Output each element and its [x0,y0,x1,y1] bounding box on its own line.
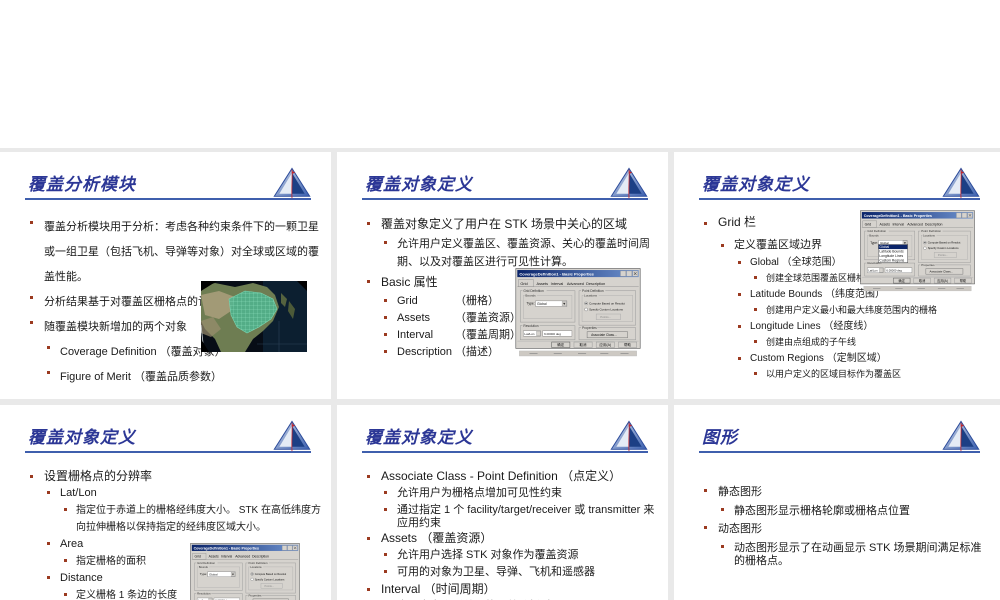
bullet-item: Figure of Merit （覆盖品质参数） [0,365,325,390]
page-top-whitespace [0,0,1000,148]
stk-basic-properties-dialog-screenshot [515,268,641,357]
bullet-item: Interval （时间周期） [337,581,660,598]
bullet-item: 可用的对象为卫星、导弹、飞机和遥感器 [337,564,660,581]
bullet-item: 动态图形 [674,520,992,538]
slide-thumbnail-2[interactable]: 覆盖对象定义 覆盖对象定义了用户在 STK 场景中关心的区域 允许用户定义覆盖区… [337,152,668,399]
slide-header: 覆盖对象定义 [362,405,648,453]
bullet-item: 通过指定 1 个 facility/target/receiver 或 tran… [337,502,660,530]
bullet-item: Custom Regions （定制区域） [674,351,992,366]
slide-header: 覆盖对象定义 [362,152,648,200]
slide-title: 覆盖对象定义 [365,175,473,194]
slide-thumbnail-6[interactable]: 图形 静态图形 静态图形显示栅格轮廓或栅格点位置 动态图形 动态图形显示了在动画… [674,405,1000,600]
agi-triangle-logo-icon [610,420,648,452]
bullet-item: 指定位于赤道上的栅格经纬度大小。 STK 在高低纬度方向拉伸栅格以保持指定的经纬… [0,502,323,536]
slide-header: 覆盖分析模块 [25,152,311,200]
bullet-item: 覆盖分析模块用于分析：考虑各种约束条件下的一颗卫星或一组卫星（包括飞机、导弹等对… [0,215,325,290]
dropdown-option: Latitude Bounds [879,250,904,254]
agi-triangle-logo-icon [942,167,980,199]
agi-triangle-logo-icon [610,167,648,199]
bullet-item: Lat/Lon [0,485,323,502]
slide-title: 图形 [702,428,738,447]
bullet-item: Longitude Lines （经度线） [674,319,992,334]
bullet-item: 创建用户定义最小和最大纬度范围内的栅格 [674,303,992,318]
slide-header: 覆盖对象定义 [699,152,980,200]
dropdown-option: Global [879,245,889,249]
bullet-item: 允许用户定义覆盖区、覆盖资源、关心的覆盖时间周期、以及对覆盖区进行可见性计算。 [337,235,660,271]
slide-thumbnail-3[interactable]: 覆盖对象定义 Grid 栏 定义覆盖区域边界 Global （全球范围） 创建全… [674,152,1000,399]
slide-thumbnail-4[interactable]: 覆盖对象定义 设置栅格点的分辨率 Lat/Lon 指定位于赤道上的栅格经纬度大小… [0,405,331,600]
agi-triangle-logo-icon [273,167,311,199]
slide-sorter-canvas: 覆盖分析模块 覆盖分析模块用于分析：考虑各种约束条件下的一颗卫星或一组卫星（包括… [0,0,1000,600]
bullet-item: 动态图形显示了在动画显示 STK 场景期间满足标准的栅格点。 [674,539,992,568]
bullet-item: 以用户定义的区域目标作为覆盖区 [674,367,992,382]
slide-header: 覆盖对象定义 [25,405,311,453]
dropdown-option: Longitude Lines [879,254,903,258]
agi-triangle-logo-icon [942,420,980,452]
slide-title: 覆盖对象定义 [28,428,136,447]
bullet-item: 允许用户选择 STK 对象作为覆盖资源 [337,547,660,564]
slide-title: 覆盖分析模块 [28,175,136,194]
dropdown-option: Custom Regions [879,259,904,263]
slide-body: Associate Class - Point Definition （点定义）… [337,468,660,600]
slide-thumbnail-5[interactable]: 覆盖对象定义 Associate Class - Point Definitio… [337,405,668,600]
bullet-item: 静态图形 [674,483,992,501]
bullet-item: 创建由点组成的子午线 [674,335,992,350]
slide-title: 覆盖对象定义 [365,428,473,447]
slide-thumbnail-1[interactable]: 覆盖分析模块 覆盖分析模块用于分析：考虑各种约束条件下的一颗卫星或一组卫星（包括… [0,152,331,399]
stk-basic-properties-dialog-screenshot [190,543,300,600]
bullet-item: 覆盖对象定义了用户在 STK 场景中关心的区域 [337,215,660,233]
bullet-item: 允许用户为栅格点增加可见性约束 [337,485,660,502]
slide-title: 覆盖对象定义 [702,175,810,194]
bullet-item: 设置栅格点的分辨率 [0,468,323,485]
bullet-item: Assets （覆盖资源） [337,530,660,547]
bullet-item: 静态图形显示栅格轮廓或栅格点位置 [674,502,992,520]
bullet-item: Associate Class - Point Definition （点定义） [337,468,660,485]
grid-type-dropdown-list: Global Latitude Bounds Longitude Lines C… [878,244,908,263]
agi-triangle-logo-icon [273,420,311,452]
china-coverage-map-image [201,281,307,352]
slide-header: 图形 [699,405,980,453]
slide-body: 静态图形 静态图形显示栅格轮廓或栅格点位置 动态图形 动态图形显示了在动画显示 … [674,483,992,568]
slide-grid: 覆盖分析模块 覆盖分析模块用于分析：考虑各种约束条件下的一颗卫星或一组卫星（包括… [0,148,1000,600]
